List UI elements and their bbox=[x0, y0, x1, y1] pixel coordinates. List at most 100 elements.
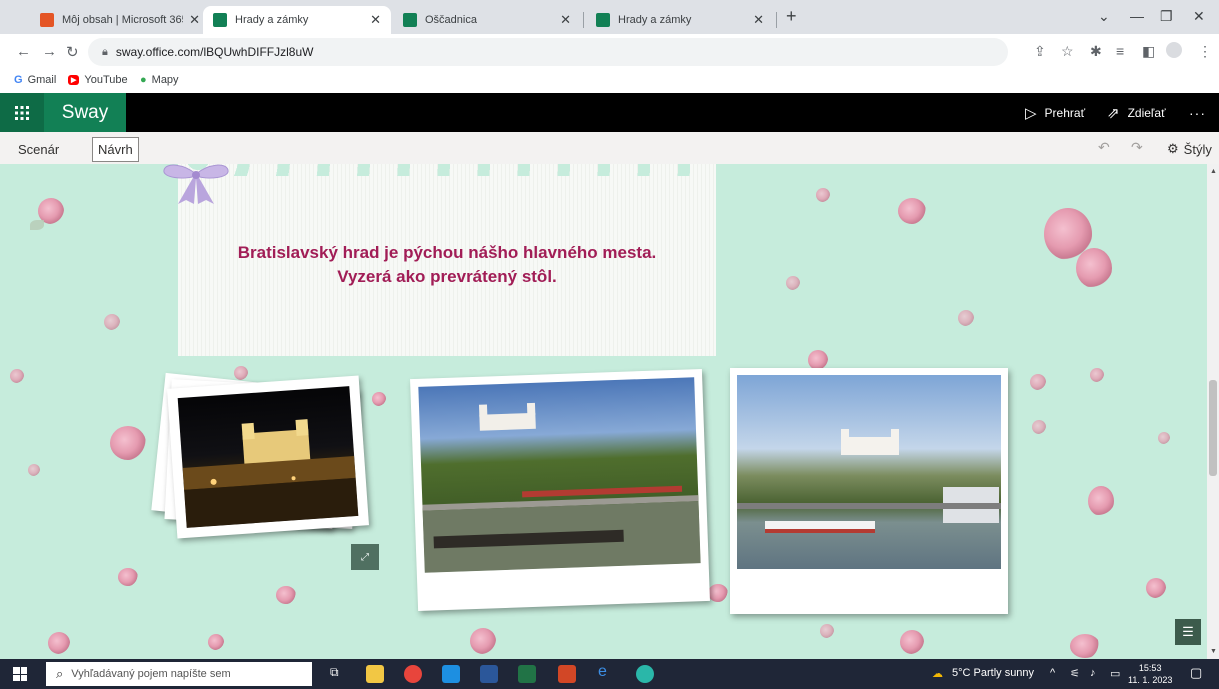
mail-icon[interactable] bbox=[442, 665, 460, 683]
browser-tab-moj-obsah[interactable]: Môj obsah | Microsoft 365 ✕ bbox=[30, 6, 210, 34]
weather-text[interactable]: 5°C Partly sunny bbox=[952, 667, 1034, 679]
close-tab-icon[interactable]: ✕ bbox=[370, 12, 381, 28]
more-options-button[interactable]: ··· bbox=[1189, 93, 1206, 132]
canvas-scrollbar[interactable]: ▲ ▼ bbox=[1207, 164, 1219, 659]
reading-list-icon[interactable]: ≡ bbox=[1116, 43, 1124, 59]
maps-pin-icon: ● bbox=[140, 74, 147, 86]
tab-storyline[interactable]: Scenár bbox=[13, 137, 64, 161]
powerpoint-icon[interactable] bbox=[558, 665, 576, 683]
tab-title: Hrady a zámky bbox=[618, 14, 692, 26]
browser-tab-hrady-a-zamky-2[interactable]: Hrady a zámky ✕ bbox=[586, 6, 774, 34]
bookmark-label: Gmail bbox=[27, 74, 57, 86]
close-window-icon[interactable]: ✕ bbox=[1193, 8, 1205, 25]
chrome-icon[interactable] bbox=[404, 665, 422, 683]
file-explorer-icon[interactable] bbox=[366, 665, 384, 683]
app-launcher-icon[interactable] bbox=[0, 93, 44, 132]
flower-decoration bbox=[470, 628, 496, 654]
flower-bouquet-decoration bbox=[110, 426, 146, 460]
back-arrow-icon[interactable]: ← bbox=[16, 43, 31, 60]
flower-decoration bbox=[1158, 432, 1170, 444]
microsoft365-favicon-icon bbox=[40, 13, 54, 27]
photo-card-castle-river[interactable] bbox=[730, 368, 1008, 614]
play-label: Prehrať bbox=[1044, 105, 1086, 120]
heading-caption[interactable]: Bratislavský hrad je pýchou nášho hlavné… bbox=[178, 241, 716, 289]
close-tab-icon[interactable]: ✕ bbox=[753, 12, 764, 28]
flower-decoration bbox=[820, 624, 834, 638]
share-page-icon[interactable]: ⇪ bbox=[1034, 43, 1046, 60]
leaf-decoration bbox=[30, 220, 44, 230]
windows-start-icon[interactable] bbox=[13, 667, 27, 681]
flower-decoration bbox=[900, 630, 924, 654]
word-icon[interactable] bbox=[480, 665, 498, 683]
caption-line: Vyzerá ako prevrátený stôl. bbox=[337, 267, 557, 286]
styles-label: Štýly bbox=[1183, 141, 1212, 157]
speaker-icon[interactable]: ♪ bbox=[1090, 667, 1096, 679]
url-field[interactable]: 🔒︎ sway.office.com/lBQUwhDIFFJzl8uW bbox=[88, 38, 1008, 66]
maximize-icon[interactable]: ❐ bbox=[1160, 8, 1173, 25]
bookmark-star-icon[interactable]: ☆ bbox=[1061, 43, 1074, 60]
tab-title: Môj obsah | Microsoft 365 bbox=[62, 14, 184, 26]
share-icon: ⇗ bbox=[1107, 104, 1120, 122]
flower-decoration bbox=[898, 198, 926, 224]
redo-icon[interactable]: ↷ bbox=[1131, 139, 1143, 156]
close-tab-icon[interactable]: ✕ bbox=[560, 12, 571, 28]
castle-river-illustration bbox=[737, 429, 1001, 533]
scrollbar-thumb[interactable] bbox=[1209, 380, 1217, 476]
clock[interactable]: 15:53 11. 1. 2023 bbox=[1128, 662, 1172, 686]
share-button[interactable]: ⇗ Zdieľať bbox=[1107, 93, 1166, 132]
flower-decoration bbox=[1032, 420, 1046, 434]
bookmark-youtube[interactable]: ▶ YouTube bbox=[68, 74, 128, 86]
undo-icon[interactable]: ↶ bbox=[1098, 139, 1110, 156]
task-view-icon[interactable]: ⧉ bbox=[330, 665, 348, 683]
minimize-icon[interactable]: — bbox=[1130, 8, 1144, 24]
notifications-icon[interactable]: ▢ bbox=[1190, 665, 1202, 681]
caption-line: Bratislavský hrad je pýchou nášho hlavné… bbox=[237, 243, 657, 262]
close-tab-icon[interactable]: ✕ bbox=[189, 12, 200, 28]
sway-favicon-icon bbox=[213, 13, 227, 27]
photo-castle-river bbox=[737, 375, 1001, 569]
play-button[interactable]: ▷ Prehrať bbox=[1025, 93, 1085, 132]
internet-explorer-icon[interactable]: e bbox=[598, 663, 616, 681]
flower-decoration bbox=[786, 276, 800, 290]
tab-design[interactable]: Návrh bbox=[92, 137, 139, 162]
tray-chevron-icon[interactable]: ^ bbox=[1050, 667, 1055, 679]
search-icon: ⌕ bbox=[56, 666, 64, 681]
castle-embankment-illustration bbox=[422, 402, 701, 573]
tab-separator bbox=[776, 12, 777, 28]
network-icon[interactable]: ⚟ bbox=[1070, 667, 1080, 680]
google-icon: G bbox=[14, 74, 23, 86]
navigation-pane-button[interactable]: ☰ bbox=[1175, 619, 1201, 645]
edge-icon[interactable] bbox=[636, 665, 654, 683]
bookmark-mapy[interactable]: ● Mapy bbox=[140, 74, 179, 86]
battery-icon[interactable]: ▭ bbox=[1110, 667, 1120, 680]
reload-icon[interactable]: ↻ bbox=[66, 43, 79, 61]
flower-bouquet-decoration bbox=[1076, 248, 1112, 288]
scroll-up-icon[interactable]: ▲ bbox=[1210, 168, 1217, 175]
tab-title: Hrady a zámky bbox=[235, 14, 309, 26]
new-tab-button[interactable]: + bbox=[786, 6, 797, 27]
sway-design-canvas: Bratislavský hrad je pýchou nášho hlavné… bbox=[0, 164, 1207, 659]
extensions-icon[interactable]: ✱ bbox=[1090, 43, 1102, 60]
browser-tab-hrady-a-zamky[interactable]: Hrady a zámky ✕ bbox=[203, 6, 391, 34]
styles-button[interactable]: ⚙︎ Štýly bbox=[1162, 137, 1217, 161]
taskbar-search-box[interactable]: ⌕ Vyhľadávaný pojem napíšte sem bbox=[46, 662, 312, 686]
flower-decoration bbox=[118, 568, 138, 586]
photo-card-night-castle[interactable] bbox=[167, 375, 369, 539]
bookmark-gmail[interactable]: G Gmail bbox=[14, 74, 56, 86]
sway-brand[interactable]: Sway bbox=[44, 93, 126, 132]
text-card[interactable]: Bratislavský hrad je pýchou nášho hlavné… bbox=[178, 164, 716, 356]
bookmark-label: Mapy bbox=[151, 74, 179, 86]
flower-decoration bbox=[1070, 634, 1100, 658]
side-panel-icon[interactable]: ◧ bbox=[1142, 43, 1155, 60]
photo-card-castle-embankment[interactable] bbox=[410, 368, 710, 612]
profile-avatar-icon[interactable] bbox=[1166, 42, 1182, 58]
tab-search-chevron-icon[interactable]: ⌄ bbox=[1098, 8, 1110, 25]
expand-stack-button[interactable]: ⤢ bbox=[351, 544, 379, 570]
forward-arrow-icon[interactable]: → bbox=[42, 43, 57, 60]
scroll-down-icon[interactable]: ▼ bbox=[1210, 648, 1217, 655]
excel-icon[interactable] bbox=[518, 665, 536, 683]
address-bar-row: ← → ↻ 🔒︎ sway.office.com/lBQUwhDIFFJzl8u… bbox=[0, 34, 1219, 70]
browser-menu-icon[interactable]: ⋮ bbox=[1198, 43, 1212, 60]
flower-decoration bbox=[208, 634, 224, 650]
browser-tab-oscadnica[interactable]: Oščadnica ✕ bbox=[393, 6, 581, 34]
